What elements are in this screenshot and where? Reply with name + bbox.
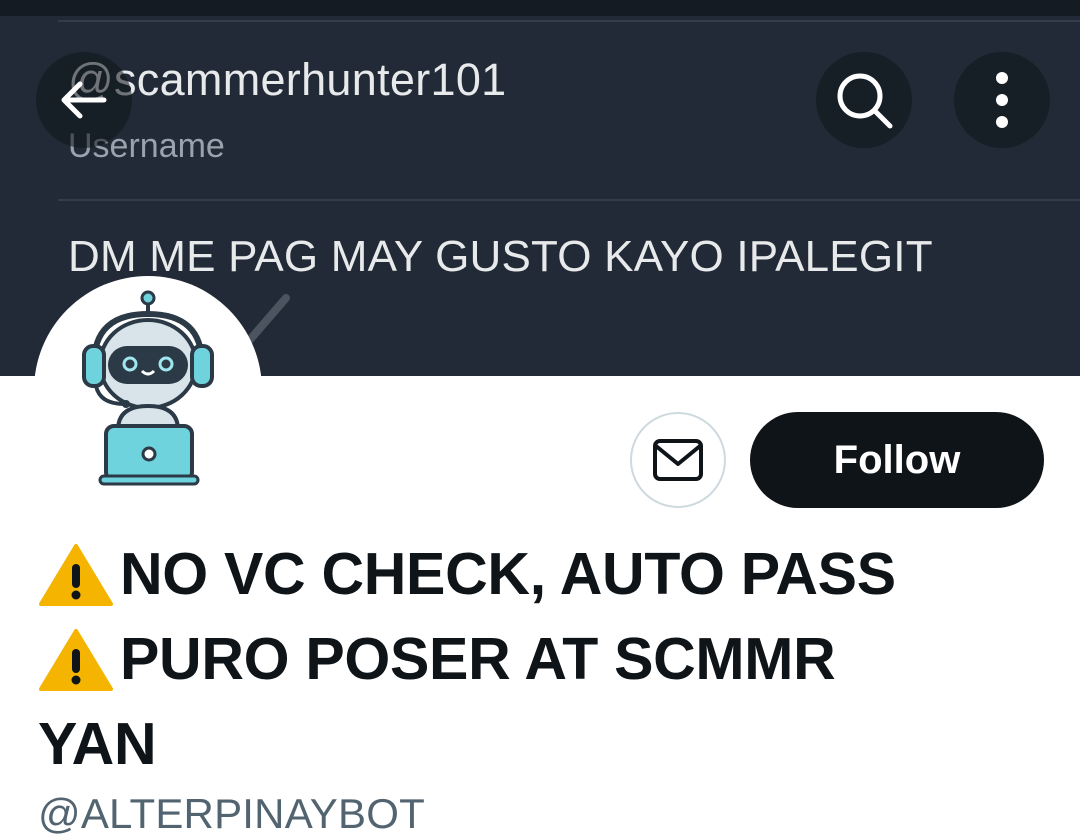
follow-button[interactable]: Follow — [750, 412, 1044, 508]
banner-divider — [58, 199, 1080, 201]
search-icon — [837, 73, 893, 129]
warning-icon — [39, 628, 113, 691]
arrow-left-icon — [61, 81, 107, 119]
warning-icon — [39, 543, 113, 606]
more-options-button[interactable] — [954, 52, 1050, 148]
envelope-icon — [653, 439, 703, 481]
display-name-line: PURO POSER AT SCMMR — [38, 617, 1048, 702]
banner-divider — [58, 20, 1080, 22]
display-name: NO VC CHECK, AUTO PASS PURO POSER AT SCM… — [38, 532, 1048, 787]
banner-bio-text: DM ME PAG MAY GUSTO KAYO IPALEGIT — [68, 232, 933, 281]
display-name-text: PURO POSER AT SCMMR — [120, 626, 836, 692]
robot-avatar-icon — [82, 290, 214, 486]
banner-top-edge — [0, 0, 1080, 16]
display-name-text: YAN — [38, 711, 157, 777]
profile-handle: @ALTERPINAYBOT — [38, 790, 425, 837]
search-button[interactable] — [816, 52, 912, 148]
more-vertical-icon — [996, 72, 1008, 128]
display-name-line: YAN — [38, 702, 1048, 787]
banner-username-text: @scammerhunter101 — [68, 54, 507, 105]
display-name-line: NO VC CHECK, AUTO PASS — [38, 532, 1048, 617]
back-button[interactable] — [36, 52, 132, 148]
message-button[interactable] — [630, 412, 726, 508]
avatar[interactable] — [34, 276, 262, 504]
display-name-text: NO VC CHECK, AUTO PASS — [120, 541, 896, 607]
